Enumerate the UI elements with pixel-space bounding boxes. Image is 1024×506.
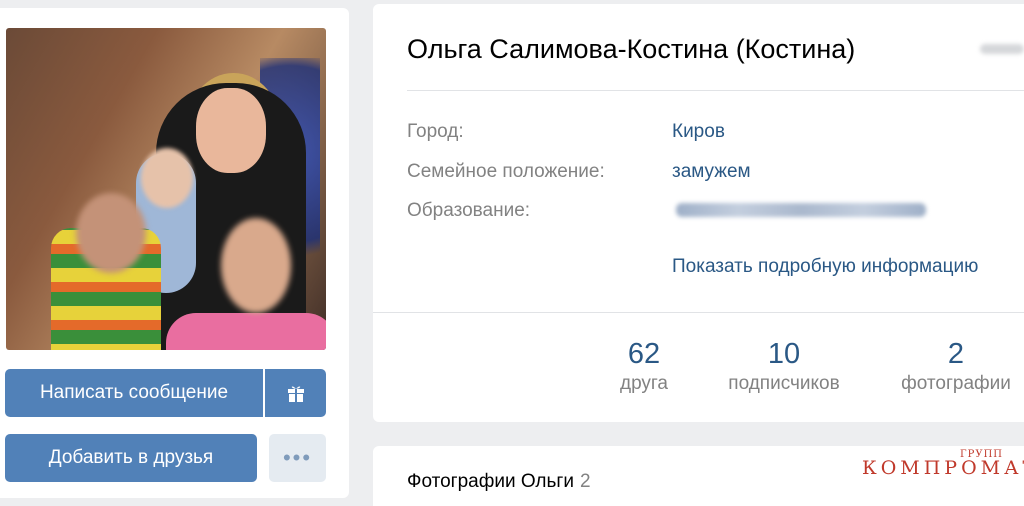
watermark-logo: КОМПРОМАТ: [862, 457, 1024, 479]
counter-label: фотографии: [901, 373, 1011, 394]
counter-number: 62: [627, 338, 661, 370]
photos-counter[interactable]: 2 фотографии: [890, 338, 1022, 395]
photo-figure: [221, 218, 291, 313]
city-link[interactable]: Киров: [672, 121, 725, 143]
show-details-link[interactable]: Показать подробную информацию: [672, 256, 978, 278]
counter-label: друга: [619, 373, 669, 394]
photos-title-text: Фотографии Ольги: [407, 471, 574, 492]
relationship-label: Семейное положение:: [407, 161, 605, 182]
blurred-status: [980, 44, 1024, 54]
blurred-education-link[interactable]: [676, 203, 926, 217]
relationship-link[interactable]: замужем: [672, 161, 751, 183]
divider: [407, 90, 1024, 91]
counter-number: 2: [947, 338, 965, 370]
photos-count: 2: [579, 471, 591, 492]
send-message-label: Написать сообщение: [39, 382, 229, 403]
photo-figure: [76, 193, 146, 273]
profile-name: Ольга Салимова-Костина (Костина): [407, 34, 856, 64]
photo-figure: [141, 148, 193, 208]
counter-label: подписчиков: [728, 373, 840, 394]
photo-figure: [166, 313, 326, 350]
profile-photo[interactable]: [6, 28, 326, 350]
city-label: Город:: [407, 121, 464, 142]
divider: [373, 312, 1024, 313]
photos-section-title[interactable]: Фотографии Ольги 2: [407, 471, 591, 493]
photo-figure: [196, 88, 266, 173]
gift-button[interactable]: [265, 369, 326, 417]
more-dots-icon: •••: [282, 445, 313, 470]
counter-number: 10: [767, 338, 801, 370]
add-friend-button[interactable]: Добавить в друзья: [5, 434, 257, 482]
send-message-button[interactable]: Написать сообщение: [5, 369, 263, 417]
friends-counter[interactable]: 62 друга: [604, 338, 684, 395]
education-label: Образование:: [407, 200, 531, 221]
followers-counter[interactable]: 10 подписчиков: [714, 338, 854, 395]
add-friend-label: Добавить в друзья: [48, 447, 214, 468]
more-actions-button[interactable]: •••: [269, 434, 326, 482]
gift-icon: [287, 386, 304, 402]
